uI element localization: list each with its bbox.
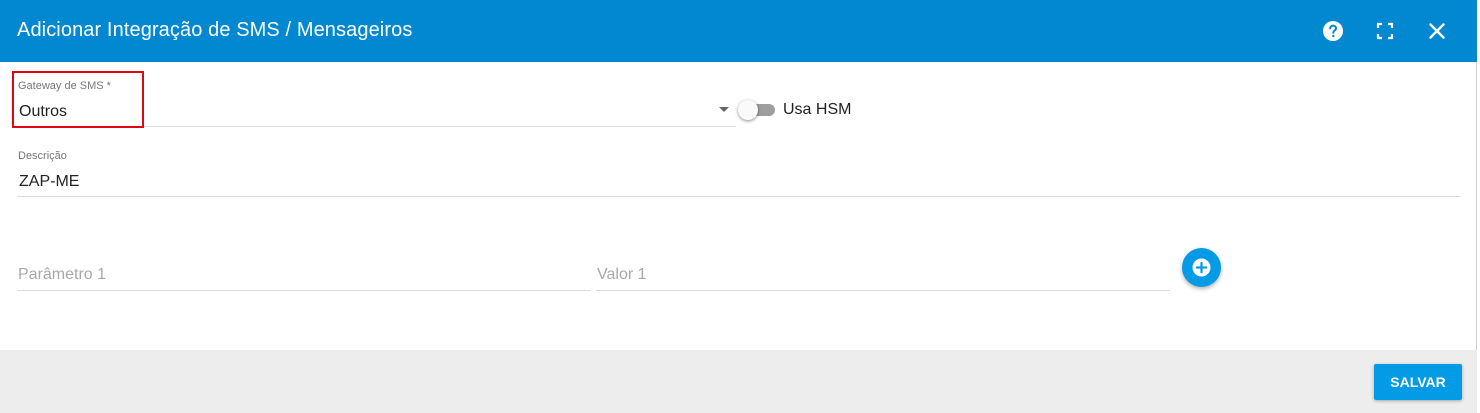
dialog-title: Adicionar Integração de SMS / Mensageiro… [17, 19, 413, 41]
description-underline [17, 196, 1461, 197]
description-label: Descrição [18, 150, 67, 162]
param-name-input[interactable]: Parâmetro 1 [18, 266, 106, 284]
plus-circle-icon [1192, 258, 1211, 277]
hsm-toggle-thumb[interactable] [738, 100, 758, 120]
help-icon[interactable] [1321, 19, 1345, 43]
close-icon[interactable] [1425, 19, 1449, 43]
hsm-toggle-label: Usa HSM [783, 101, 852, 118]
param-value-underline [596, 290, 1170, 291]
dialog: Adicionar Integração de SMS / Mensageiro… [0, 0, 1477, 413]
add-parameter-button[interactable] [1182, 248, 1221, 287]
dialog-header: Adicionar Integração de SMS / Mensageiro… [0, 0, 1477, 62]
description-input[interactable]: ZAP-ME [19, 173, 79, 191]
chevron-down-icon[interactable] [719, 107, 729, 112]
param-value-input[interactable]: Valor 1 [597, 266, 647, 284]
param-name-underline [17, 290, 591, 291]
save-button[interactable]: SALVAR [1374, 364, 1462, 400]
dialog-footer [0, 350, 1477, 413]
highlight-box [12, 71, 144, 128]
fullscreen-icon[interactable] [1373, 19, 1397, 43]
